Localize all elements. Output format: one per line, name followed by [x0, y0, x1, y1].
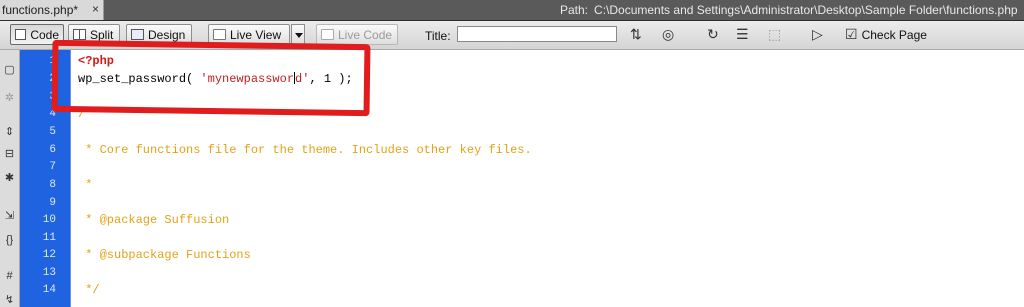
code-line-14: */	[78, 283, 100, 297]
title-input[interactable]	[457, 26, 617, 42]
line-number: 10	[42, 214, 56, 226]
path-label: Path:	[560, 3, 589, 17]
preview-browser-icon[interactable]: ◎	[662, 27, 674, 41]
code-view-icon	[15, 29, 27, 40]
show-code-navigator-icon[interactable]: ✲	[2, 92, 17, 104]
collapse-selection-icon[interactable]: ⊟	[2, 148, 17, 160]
title-label: Title:	[425, 29, 451, 43]
line-number: 11	[42, 232, 56, 244]
refresh-icon[interactable]: ↻	[707, 27, 719, 41]
tab-functions-php[interactable]: functions.php* ×	[0, 0, 104, 20]
tab-label: functions.php*	[2, 3, 79, 17]
validate-markup-icon[interactable]: ▷	[812, 27, 823, 41]
file-path: Path: C:\Documents and Settings\Administr…	[560, 3, 1018, 17]
highlight-invalid-code-icon[interactable]: ↯	[2, 294, 17, 306]
expand-all-icon[interactable]: ✱	[2, 172, 17, 184]
line-number: 6	[49, 144, 56, 156]
code-line-12: * @subpackage Functions	[78, 248, 251, 262]
live-view-dropdown[interactable]	[291, 24, 305, 45]
line-number: 14	[42, 284, 56, 296]
live-view-label: Live View	[230, 27, 282, 42]
line-numbers-icon[interactable]: #	[2, 270, 17, 282]
select-parent-tag-icon[interactable]: ⇲	[2, 210, 17, 222]
design-view-label: Design	[148, 27, 186, 42]
live-view-icon	[213, 29, 226, 40]
line-number: 9	[49, 197, 56, 209]
annotation-highlight-box	[51, 39, 371, 117]
check-page-button[interactable]: ☑ Check Page	[845, 26, 927, 43]
open-documents-icon[interactable]: ▢	[2, 64, 17, 76]
path-value: C:\Documents and Settings\Administrator\…	[594, 3, 1018, 17]
code-line-8: *	[78, 178, 93, 192]
coding-toolbar: ▢ ✲ ⇕ ⊟ ✱ ⇲ {} # ↯	[0, 50, 20, 307]
design-view-icon	[131, 29, 144, 40]
visual-aids-icon[interactable]: ⬚	[768, 27, 781, 41]
line-number: 5	[49, 126, 56, 138]
live-code-button[interactable]: Live Code	[316, 24, 398, 45]
line-number: 12	[42, 249, 56, 261]
split-view-icon	[73, 29, 86, 40]
close-icon[interactable]: ×	[92, 2, 99, 16]
collapse-tag-icon[interactable]: ⇕	[2, 126, 17, 138]
line-number: 7	[49, 161, 56, 173]
code-line-6: * Core functions file for the theme. Inc…	[78, 143, 532, 157]
check-page-icon: ☑	[845, 26, 858, 42]
view-options-icon[interactable]: ☰	[736, 27, 749, 41]
live-code-label: Live Code	[338, 27, 393, 42]
line-number: 8	[49, 179, 56, 191]
live-code-icon	[321, 29, 334, 40]
file-management-icon[interactable]: ⇅	[630, 27, 642, 41]
code-line-10: * @package Suffusion	[78, 213, 230, 227]
line-number: 13	[42, 267, 56, 279]
balance-braces-icon[interactable]: {}	[2, 234, 17, 246]
document-tab-bar: functions.php* × Path: C:\Documents and S…	[0, 0, 1024, 21]
check-page-label: Check Page	[861, 27, 927, 42]
